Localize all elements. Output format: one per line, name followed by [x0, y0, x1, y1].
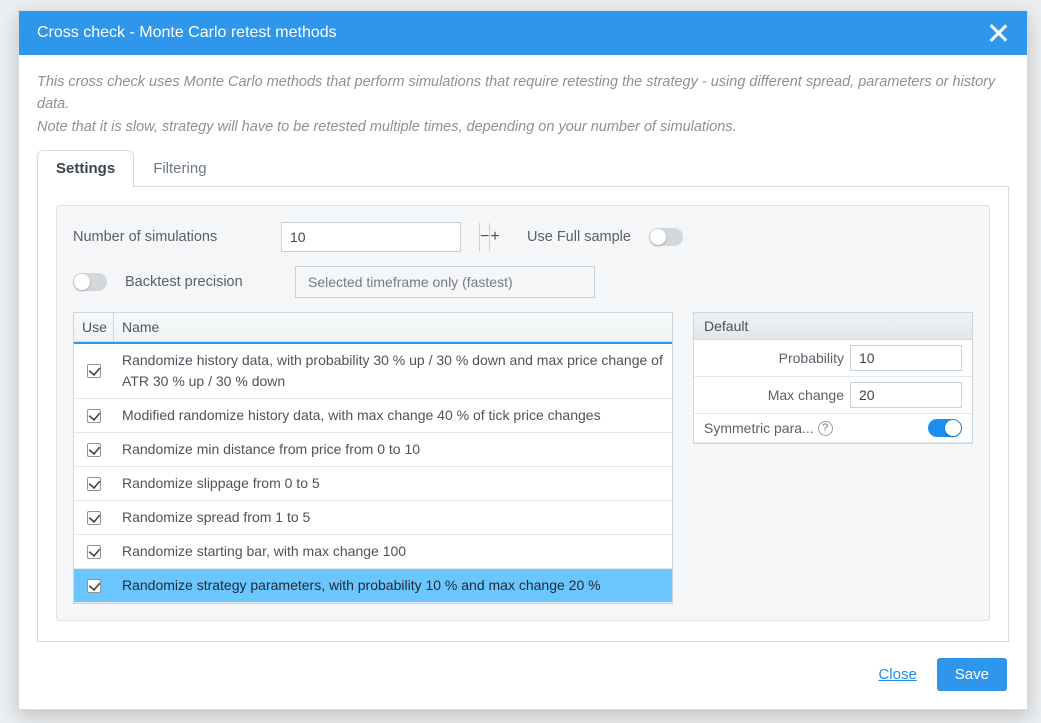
- window-title: Cross check - Monte Carlo retest methods: [37, 24, 337, 42]
- settings-gray-box: Number of simulations − + Use Full sampl…: [56, 205, 990, 621]
- num-simulations-decrement[interactable]: −: [480, 223, 489, 251]
- table-cell-use: [74, 358, 114, 384]
- row-checkbox[interactable]: [87, 409, 101, 423]
- symmetric-toggle[interactable]: [928, 419, 962, 437]
- tab-filtering[interactable]: Filtering: [134, 150, 225, 187]
- full-sample-label: Use Full sample: [527, 229, 631, 245]
- table-row[interactable]: Randomize starting bar, with max change …: [74, 535, 672, 569]
- detail-row-max-change: Max change − +: [694, 377, 972, 414]
- probability-input[interactable]: [851, 346, 1041, 370]
- backtest-precision-toggle[interactable]: [73, 273, 107, 291]
- table-row[interactable]: Modified randomize history data, with ma…: [74, 399, 672, 433]
- detail-row-symmetric: Symmetric para... ?: [694, 414, 972, 443]
- table-cell-name: Randomize min distance from price from 0…: [114, 433, 672, 466]
- help-icon[interactable]: ?: [818, 421, 833, 436]
- num-simulations-spinner: − +: [281, 222, 461, 252]
- probability-label: Probability: [704, 350, 844, 366]
- col-use: Use: [74, 313, 114, 341]
- title-bar: Cross check - Monte Carlo retest methods: [19, 11, 1027, 55]
- table-cell-name: Modified randomize history data, with ma…: [114, 399, 672, 432]
- table-cell-name: Randomize history data, with probability…: [114, 344, 672, 398]
- symmetric-label: Symmetric para...: [704, 420, 814, 436]
- probability-spinner: − +: [850, 345, 962, 371]
- num-simulations-increment[interactable]: +: [489, 223, 499, 251]
- description-line1: This cross check uses Monte Carlo method…: [37, 74, 995, 112]
- modal-body: This cross check uses Monte Carlo method…: [19, 55, 1027, 642]
- row-checkbox[interactable]: [87, 364, 101, 378]
- description-text: This cross check uses Monte Carlo method…: [37, 71, 1009, 138]
- row-checkbox[interactable]: [87, 579, 101, 593]
- table-cell-name: Randomize spread from 1 to 5: [114, 501, 672, 534]
- backtest-precision-value: Selected timeframe only (fastest): [308, 274, 513, 290]
- table-row[interactable]: Randomize slippage from 0 to 5: [74, 467, 672, 501]
- max-change-label: Max change: [704, 387, 844, 403]
- table-cell-use: [74, 505, 114, 531]
- table-row[interactable]: Randomize strategy parameters, with prob…: [74, 569, 672, 603]
- table-row[interactable]: Randomize spread from 1 to 5: [74, 501, 672, 535]
- save-button[interactable]: Save: [937, 658, 1007, 691]
- row-checkbox[interactable]: [87, 443, 101, 457]
- detail-row-probability: Probability − +: [694, 340, 972, 377]
- backtest-precision-label: Backtest precision: [125, 274, 277, 290]
- table-cell-use: [74, 403, 114, 429]
- modal-footer: Close Save: [19, 642, 1027, 709]
- methods-table: Use Name Randomize history data, with pr…: [73, 312, 673, 604]
- row-checkbox[interactable]: [87, 511, 101, 525]
- close-icon[interactable]: [987, 22, 1009, 44]
- detail-header: Default: [694, 313, 972, 340]
- backtest-precision-select[interactable]: Selected timeframe only (fastest): [295, 266, 595, 298]
- max-change-input[interactable]: [851, 383, 1041, 407]
- table-cell-use: [74, 573, 114, 599]
- row-checkbox[interactable]: [87, 477, 101, 491]
- table-row[interactable]: Randomize history data, with probability…: [74, 344, 672, 399]
- num-simulations-input[interactable]: [282, 223, 479, 251]
- row-backtest-precision: Backtest precision Selected timeframe on…: [73, 266, 973, 298]
- table-head: Use Name: [74, 313, 672, 342]
- settings-panel: Number of simulations − + Use Full sampl…: [37, 187, 1009, 642]
- col-name: Name: [114, 313, 672, 341]
- table-cell-use: [74, 471, 114, 497]
- table-cell-use: [74, 539, 114, 565]
- num-simulations-label: Number of simulations: [73, 229, 263, 245]
- num-simulations-spin-buttons: − +: [479, 223, 500, 251]
- table-cell-name: Randomize strategy parameters, with prob…: [114, 569, 672, 602]
- tabs-bar: Settings Filtering: [37, 150, 1009, 187]
- tab-settings[interactable]: Settings: [37, 150, 134, 187]
- full-sample-toggle[interactable]: [649, 228, 683, 246]
- close-button[interactable]: Close: [878, 666, 916, 683]
- content-row: Use Name Randomize history data, with pr…: [73, 312, 973, 604]
- detail-box: Default Probability − +: [693, 312, 973, 444]
- row-checkbox[interactable]: [87, 545, 101, 559]
- max-change-spinner: − +: [850, 382, 962, 408]
- table-body: Randomize history data, with probability…: [74, 344, 672, 603]
- row-simulations: Number of simulations − + Use Full sampl…: [73, 222, 973, 252]
- table-cell-name: Randomize starting bar, with max change …: [114, 535, 672, 568]
- table-cell-name: Randomize slippage from 0 to 5: [114, 467, 672, 500]
- table-cell-use: [74, 437, 114, 463]
- description-line2: Note that it is slow, strategy will have…: [37, 119, 737, 135]
- table-row[interactable]: Randomize min distance from price from 0…: [74, 433, 672, 467]
- modal-cross-check: Cross check - Monte Carlo retest methods…: [18, 10, 1028, 710]
